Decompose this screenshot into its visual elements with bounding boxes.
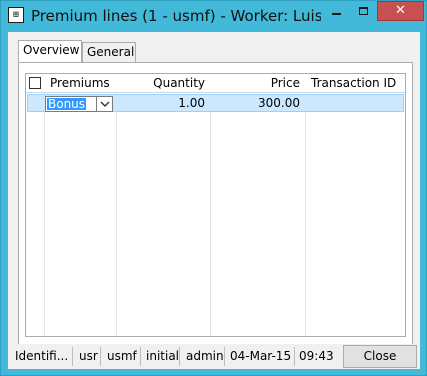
- column-header-price[interactable]: Price: [211, 74, 305, 92]
- minimize-icon: [332, 13, 341, 15]
- chevron-down-icon: [100, 101, 109, 107]
- form-client-area: Overview General Premiums Quantity Price…: [8, 32, 420, 369]
- premium-value[interactable]: Bonus: [47, 98, 87, 110]
- grid-column-divider: [305, 74, 306, 336]
- status-time: 09:43: [299, 349, 334, 363]
- premium-lines-grid[interactable]: Premiums Quantity Price Transaction ID B…: [25, 73, 406, 337]
- window-close-button[interactable]: ✕: [377, 1, 424, 21]
- close-icon: ✕: [395, 3, 406, 18]
- status-layer: initial: [146, 349, 179, 363]
- status-separator: [224, 347, 225, 366]
- premium-combobox[interactable]: Bonus: [45, 96, 113, 112]
- column-header-premiums[interactable]: Premiums: [45, 74, 116, 92]
- close-button[interactable]: Close: [343, 345, 417, 368]
- status-company: usmf: [107, 349, 137, 363]
- status-user: usr: [79, 349, 98, 363]
- app-form-icon[interactable]: ⊞: [8, 7, 24, 23]
- tab-general[interactable]: General: [82, 42, 136, 62]
- status-separator: [72, 347, 73, 366]
- status-admin: admin: [186, 349, 224, 363]
- maximize-button[interactable]: [350, 1, 377, 21]
- grid-column-divider: [116, 74, 117, 336]
- form-window: ⊞ Premium lines (1 - usmf) - Worker: Lui…: [0, 0, 427, 376]
- table-row[interactable]: Bonus 1.00 300.00: [27, 94, 404, 112]
- quantity-cell[interactable]: 1.00: [117, 95, 210, 111]
- overview-tab-pane: Premiums Quantity Price Transaction ID B…: [18, 62, 413, 345]
- window-title: Premium lines (1 - usmf) - Worker: Luis …: [31, 7, 321, 25]
- price-cell[interactable]: 300.00: [211, 95, 305, 111]
- status-date: 04-Mar-15: [230, 349, 292, 363]
- grid-header-row: Premiums Quantity Price Transaction ID: [26, 74, 405, 93]
- minimize-button[interactable]: [323, 1, 350, 21]
- status-separator: [294, 347, 295, 366]
- transaction-id-cell[interactable]: [306, 95, 403, 111]
- status-separator: [100, 347, 101, 366]
- status-separator: [140, 347, 141, 366]
- status-identification[interactable]: Identifi...: [15, 348, 68, 365]
- grid-column-divider: [44, 74, 45, 336]
- title-bar[interactable]: ⊞ Premium lines (1 - usmf) - Worker: Lui…: [1, 1, 426, 32]
- status-separator: [179, 347, 180, 366]
- grid-column-divider: [210, 74, 211, 336]
- status-bar: Identifi... usr usmf initial admin 04-Ma…: [8, 344, 420, 369]
- column-header-transaction-id[interactable]: Transaction ID: [306, 74, 405, 92]
- column-header-quantity[interactable]: Quantity: [117, 74, 210, 92]
- dropdown-button[interactable]: [96, 97, 112, 111]
- tab-overview[interactable]: Overview: [18, 40, 82, 62]
- maximize-icon: [359, 7, 368, 15]
- select-all-checkbox[interactable]: [29, 77, 41, 89]
